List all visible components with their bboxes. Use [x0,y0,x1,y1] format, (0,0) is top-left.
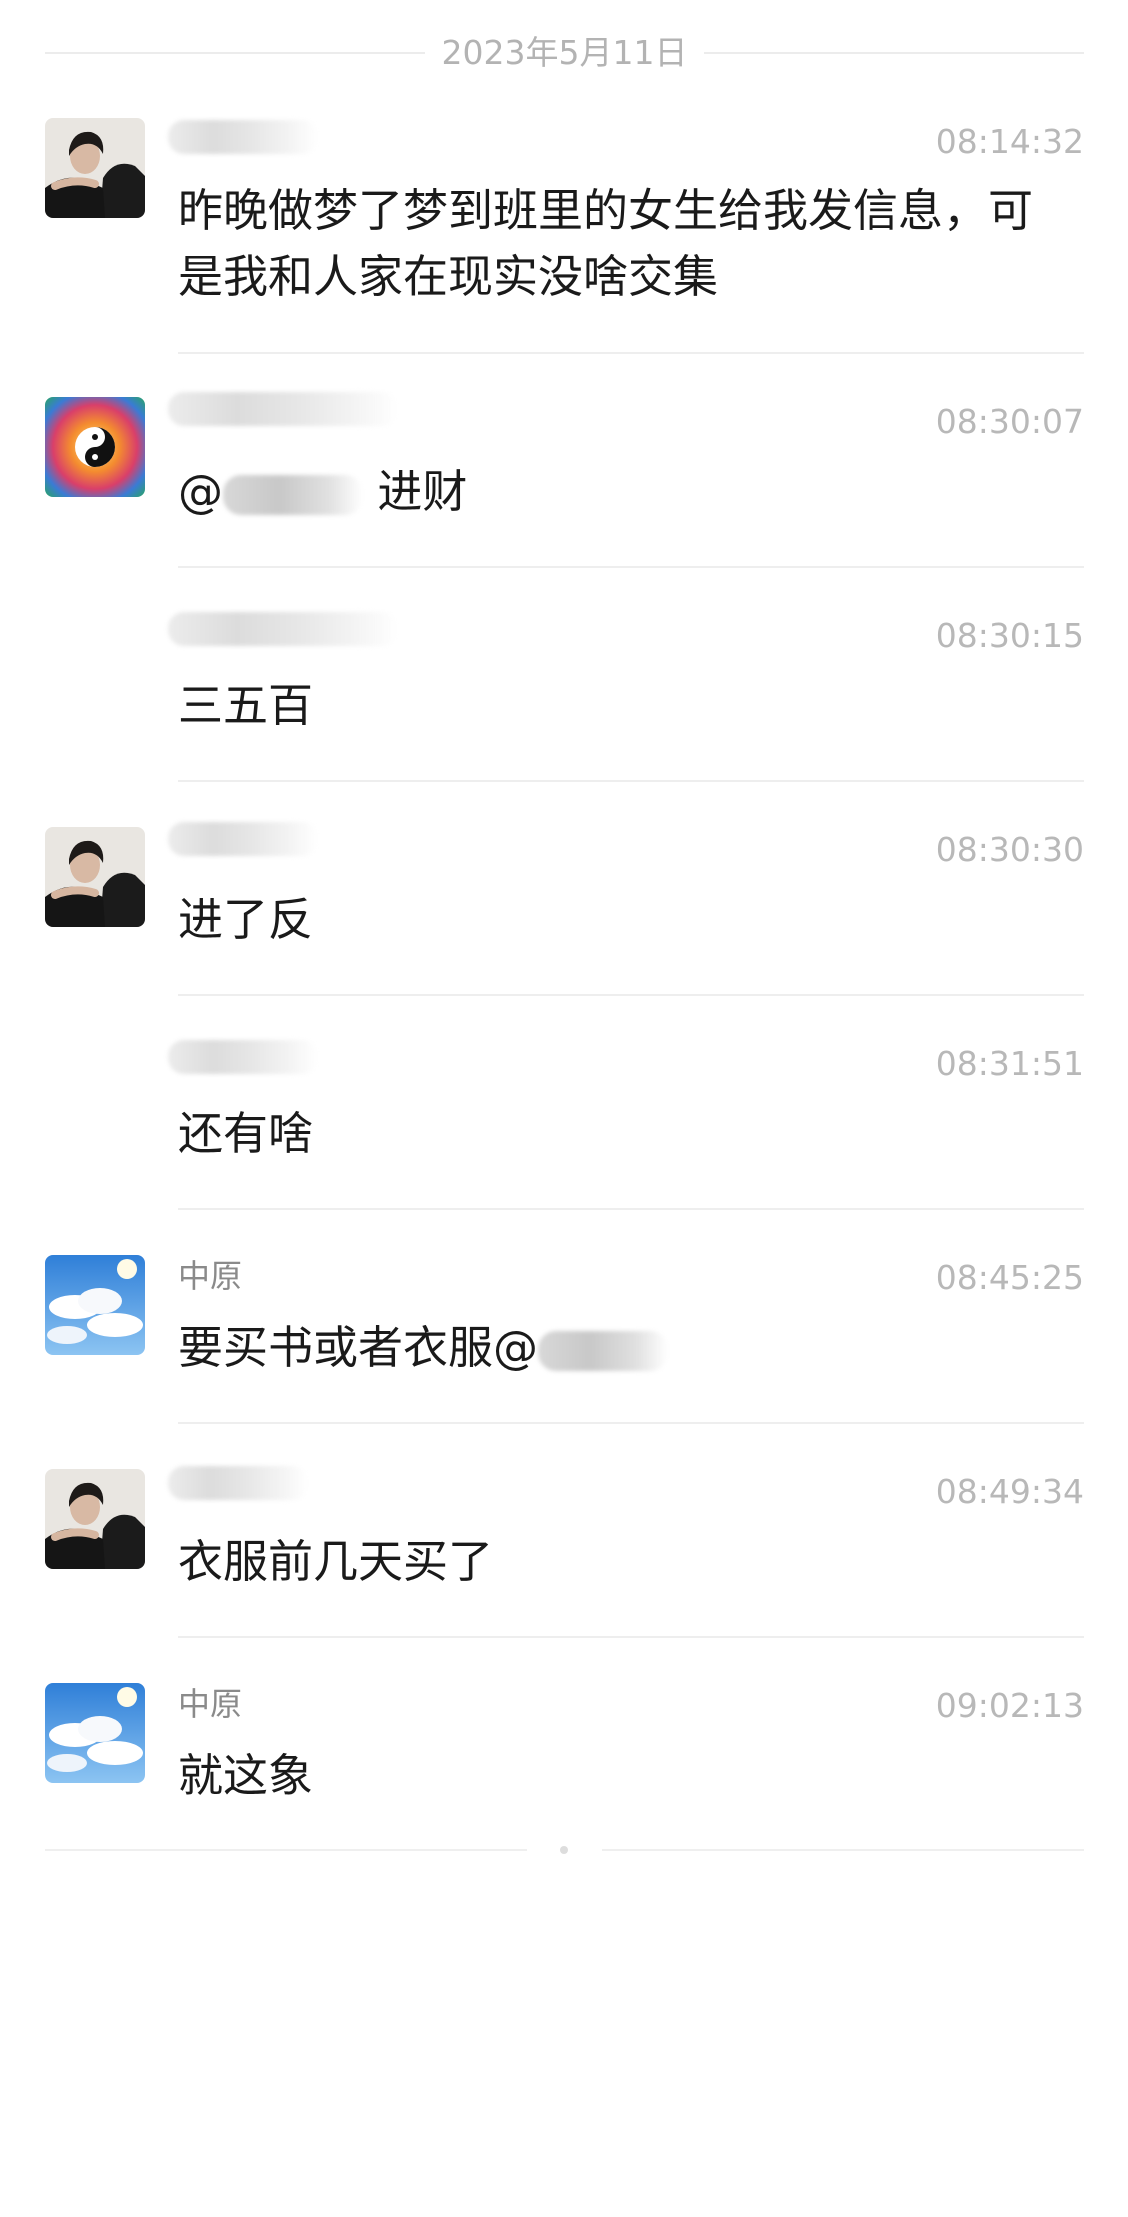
mention-symbol: @ [178,465,223,518]
message-separator [178,352,1084,354]
sender-name-blurred [168,1040,318,1074]
message-text: 三五百 [178,679,314,732]
chat-history-page: 2023年5月11日 08:14:32 昨晚做梦了梦到班里的女生给我发信息，可是… [0,0,1128,2217]
sky-clouds-avatar[interactable] [45,1683,145,1783]
sender-name[interactable]: 中原 [178,1682,242,1726]
sender-name-blurred [168,120,318,154]
message-separator [178,1208,1084,1210]
divider-dot [560,1846,568,1854]
message-separator [178,994,1084,996]
message-text: 还有啥 [178,1107,314,1160]
date-divider: 2023年5月11日 [45,28,1084,78]
message-text-tail: 进财 [377,465,468,518]
message-text: @ 进财 [178,459,1048,525]
divider-line [602,1849,1084,1851]
message-text: 衣服前几天买了 [178,1535,494,1588]
message-text: 进了反 [178,893,314,946]
portrait-avatar[interactable] [45,1469,145,1569]
portrait-avatar[interactable] [45,118,145,218]
message-separator [178,1422,1084,1424]
message-text: 就这象 [178,1749,314,1802]
message-separator [178,780,1084,782]
end-of-history-divider [45,1840,1084,1860]
divider-line [704,52,1084,54]
divider-line [45,1849,527,1851]
message-time: 08:30:30 [935,830,1084,869]
message-text-body: 要买书或者衣服@ [178,1321,539,1374]
mention-blurred [538,1331,669,1371]
message-text: 昨晚做梦了梦到班里的女生给我发信息，可是我和人家在现实没啥交集 [178,184,1034,303]
message-time: 08:31:51 [935,1044,1084,1083]
message-time: 08:14:32 [935,122,1084,161]
message-time: 09:02:13 [935,1686,1084,1725]
message-time: 08:45:25 [935,1258,1084,1297]
sender-name-blurred [168,392,398,426]
sky-clouds-avatar[interactable] [45,1255,145,1355]
mention-blurred [223,475,363,515]
portrait-avatar[interactable] [45,827,145,927]
yin-yang-avatar[interactable] [45,397,145,497]
message-separator [178,566,1084,568]
message-time: 08:30:15 [935,616,1084,655]
message-separator [178,1636,1084,1638]
message-text: 要买书或者衣服@ [178,1315,1048,1381]
sender-name-blurred [168,822,318,856]
message-time: 08:30:07 [935,402,1084,441]
sender-name-blurred [168,1466,308,1500]
sender-name-blurred [168,612,398,646]
message-time: 08:49:34 [935,1472,1084,1511]
sender-name[interactable]: 中原 [178,1254,242,1298]
